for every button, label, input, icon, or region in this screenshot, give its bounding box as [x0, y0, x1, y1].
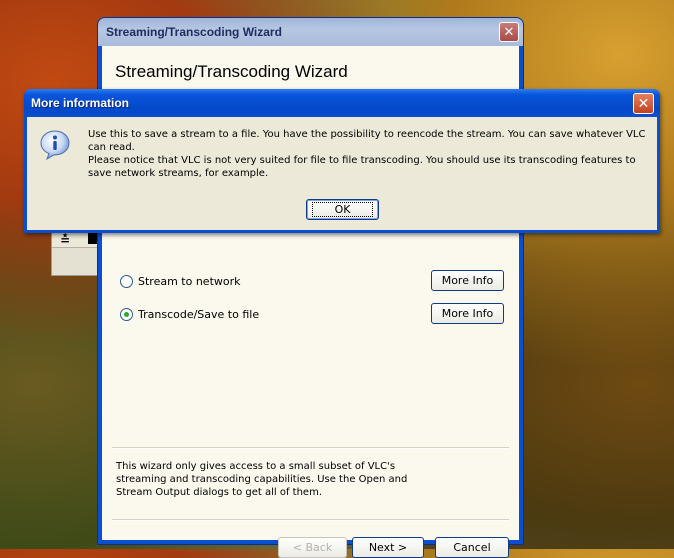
cancel-button[interactable]: Cancel	[435, 537, 509, 558]
more-info-transcode-button[interactable]: More Info	[431, 303, 504, 324]
stream-radio-label: Stream to network	[138, 275, 241, 288]
more-info-dialog: More information ✕ Use this to save a st…	[24, 89, 660, 233]
wizard-close-button[interactable]: ✕	[499, 22, 519, 42]
dialog-message: Use this to save a stream to a file. You…	[88, 128, 648, 180]
ok-button-label: OK	[311, 202, 374, 217]
info-icon	[40, 130, 70, 161]
dialog-titlebar[interactable]: More information ✕	[24, 89, 660, 117]
transcode-radio[interactable]	[120, 308, 133, 321]
separator-top	[112, 447, 509, 449]
dialog-client: Use this to save a stream to a file. You…	[27, 117, 657, 230]
wizard-heading: Streaming/Transcoding Wizard	[115, 62, 348, 81]
dialog-close-button[interactable]: ✕	[633, 93, 654, 114]
option-transcode-save[interactable]: Transcode/Save to file	[120, 308, 259, 321]
dialog-title: More information	[31, 96, 129, 110]
separator-bottom	[112, 519, 509, 521]
wizard-note: This wizard only gives access to a small…	[116, 461, 408, 498]
background-window: ≛	[51, 228, 101, 276]
stream-radio[interactable]	[120, 275, 133, 288]
wizard-title: Streaming/Transcoding Wizard	[106, 25, 282, 39]
next-button[interactable]: Next >	[352, 537, 424, 558]
back-button[interactable]: < Back	[278, 537, 347, 558]
dialog-message-line1: Use this to save a stream to a file. You…	[88, 129, 646, 153]
option-stream-to-network[interactable]: Stream to network	[120, 275, 241, 288]
dialog-message-line2: Please notice that VLC is not very suite…	[88, 155, 636, 179]
ok-button[interactable]: OK	[306, 199, 379, 220]
transcode-radio-label: Transcode/Save to file	[138, 308, 260, 321]
toolbar-play-icon	[88, 232, 98, 244]
wizard-titlebar[interactable]: Streaming/Transcoding Wizard ✕	[98, 18, 523, 46]
toolbar-icon: ≛	[60, 233, 71, 247]
more-info-stream-button[interactable]: More Info	[431, 270, 504, 291]
